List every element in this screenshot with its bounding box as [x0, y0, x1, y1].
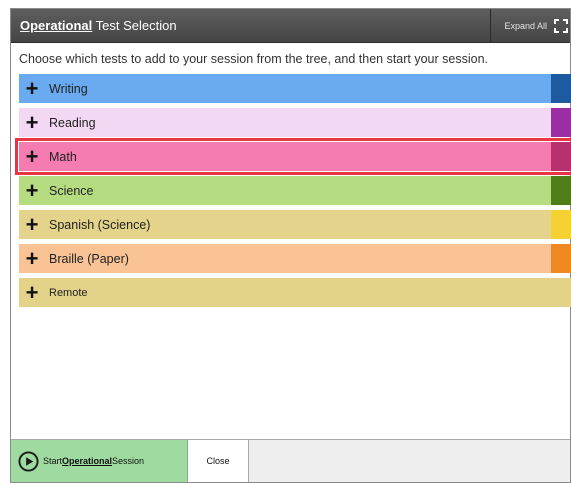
- start-label-prefix: Start: [43, 456, 63, 466]
- dialog-title-strong: Operational: [20, 18, 93, 33]
- tree-item-label: Science: [49, 183, 94, 198]
- instruction-text: Choose which tests to add to your sessio…: [19, 52, 488, 66]
- play-circle-icon: [18, 450, 39, 472]
- tree-item-label: Reading: [49, 115, 96, 130]
- color-swatch: [551, 210, 571, 239]
- expand-all-button[interactable]: Expand All: [492, 9, 571, 43]
- expand-plus-icon[interactable]: +: [19, 74, 45, 103]
- tree-item-reading[interactable]: + Reading: [19, 108, 571, 137]
- color-swatch: [551, 278, 571, 307]
- color-swatch: [551, 176, 571, 205]
- dialog-footer: Start Operational Session Close: [11, 439, 570, 482]
- start-label-strong: Operational: [62, 456, 113, 466]
- expand-all-label: Expand All: [504, 21, 547, 31]
- tree-item-label: Writing: [49, 81, 88, 96]
- tree-item-label: Braille (Paper): [49, 251, 129, 266]
- expand-plus-icon[interactable]: +: [19, 210, 45, 239]
- start-label-suffix: Session: [112, 456, 145, 466]
- tree-item-science[interactable]: + Science: [19, 176, 571, 205]
- color-swatch: [551, 74, 571, 103]
- tree-item-label: Math: [49, 149, 77, 164]
- expand-plus-icon[interactable]: +: [19, 108, 45, 137]
- dialog-titlebar: Operational Test Selection Expand All: [11, 9, 570, 43]
- titlebar-divider: [490, 9, 491, 43]
- close-button[interactable]: Close: [188, 440, 249, 482]
- tree-item-braille-paper[interactable]: + Braille (Paper): [19, 244, 571, 273]
- dialog-title-rest: Test Selection: [92, 18, 177, 33]
- tree-item-spanish-science[interactable]: + Spanish (Science): [19, 210, 571, 239]
- expand-plus-icon[interactable]: +: [19, 142, 45, 171]
- tree-item-writing[interactable]: + Writing: [19, 74, 571, 103]
- color-swatch: [551, 142, 571, 171]
- color-swatch: [551, 244, 571, 273]
- expand-plus-icon[interactable]: +: [19, 244, 45, 273]
- tree-item-label: Spanish (Science): [49, 217, 151, 232]
- expand-arrows-icon: [554, 19, 568, 33]
- start-operational-session-button[interactable]: Start Operational Session: [11, 440, 188, 482]
- test-selection-dialog: Operational Test Selection Expand All Ch…: [10, 8, 571, 483]
- color-swatch: [551, 108, 571, 137]
- expand-plus-icon[interactable]: +: [19, 278, 45, 307]
- test-tree: + Writing + Reading + Math + Science + S…: [15, 74, 571, 312]
- dialog-title: Operational Test Selection: [20, 18, 177, 33]
- expand-plus-icon[interactable]: +: [19, 176, 45, 205]
- tree-item-label: Remote: [49, 286, 88, 299]
- tree-item-math[interactable]: + Math: [15, 138, 571, 175]
- tree-item-remote[interactable]: + Remote: [19, 278, 571, 307]
